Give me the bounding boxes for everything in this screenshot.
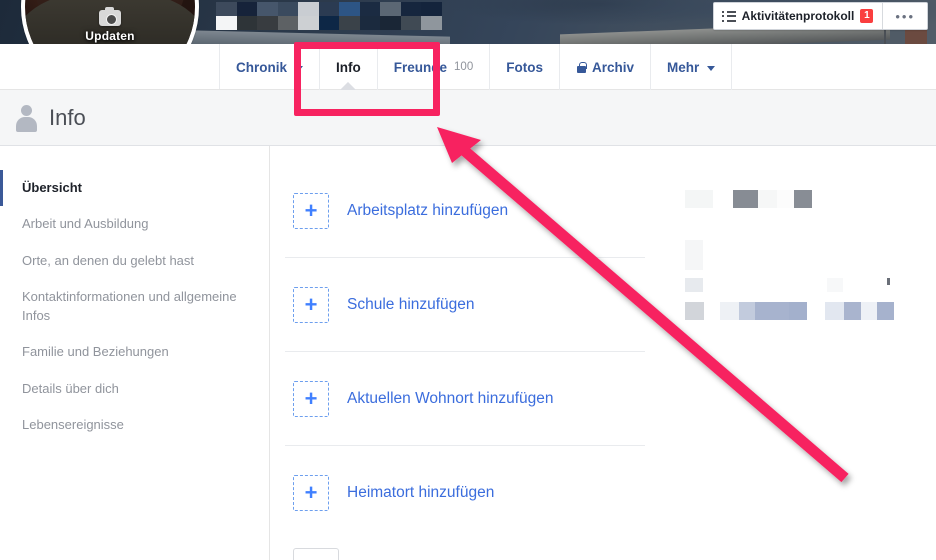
list-icon <box>722 10 736 22</box>
sidebar-item-2[interactable]: Orte, an denen du gelebt hast <box>0 243 269 279</box>
add-info-row: + Arbeitsplatz hinzufügen <box>285 164 645 258</box>
plus-icon[interactable]: + <box>293 380 329 417</box>
sidebar-item-label: Details über dich <box>22 380 119 396</box>
plus-icon[interactable]: + <box>293 475 329 511</box>
tab-label: Info <box>336 59 361 75</box>
info-body: Übersicht Arbeit und Ausbildung Orte, an d… <box>0 146 936 560</box>
tab-info[interactable]: Info <box>320 44 378 91</box>
person-icon <box>13 104 39 132</box>
lock-icon <box>576 61 587 73</box>
censored-content-line <box>685 278 916 292</box>
censored-content-line <box>685 240 916 270</box>
tab-mehr[interactable]: Mehr <box>651 44 733 90</box>
tab-count: 100 <box>454 61 474 73</box>
tab-freunde[interactable]: Freunde 100 <box>378 44 491 90</box>
info-section-header: Info <box>0 90 936 146</box>
plus-icon[interactable]: + <box>293 286 329 323</box>
tab-archiv[interactable]: Archiv <box>560 44 651 90</box>
sidebar-item-1[interactable]: Arbeit und Ausbildung <box>0 206 269 242</box>
censored-content-line <box>685 302 916 320</box>
nav-spacer <box>0 44 220 89</box>
censored-content-line <box>685 190 916 208</box>
page-title: Info <box>49 104 86 130</box>
info-right-column <box>675 146 936 560</box>
add-info-row: + Schule hinzufügen <box>285 258 645 352</box>
tab-fotos[interactable]: Fotos <box>490 44 560 90</box>
add-info-link[interactable]: Aktuellen Wohnort hinzufügen <box>347 390 554 408</box>
sidebar-item-label: Lebensereignisse <box>22 417 124 433</box>
add-info-link[interactable]: Arbeitsplatz hinzufügen <box>347 202 508 220</box>
tab-label: Mehr <box>667 59 700 75</box>
nav-filler <box>732 44 936 89</box>
add-info-link[interactable]: Heimatort hinzufügen <box>347 484 494 502</box>
tab-chronik[interactable]: Chronik <box>220 44 321 90</box>
sidebar-item-label: Arbeit und Ausbildung <box>22 216 149 232</box>
profile-action-bar: Aktivitätenprotokoll 1 ••• <box>712 2 928 30</box>
tab-label: Fotos <box>506 59 543 75</box>
tab-label: Freunde <box>393 59 448 75</box>
sidebar-item-label: Orte, an denen du gelebt hast <box>22 252 195 268</box>
add-info-row: + Aktuellen Wohnort hinzufügen <box>285 352 645 446</box>
plus-icon[interactable]: + <box>293 192 329 229</box>
sidebar-item-0[interactable]: Übersicht <box>0 170 269 207</box>
sidebar-item-label: Kontaktinformationen und allgemeine Info… <box>22 289 237 323</box>
sidebar-item-4[interactable]: Familie und Beziehungen <box>0 334 269 370</box>
info-main-content: + Arbeitsplatz hinzufügen + Schule hinzufüg… <box>270 146 675 560</box>
tab-label: Archiv <box>591 59 634 75</box>
sidebar-item-5[interactable]: Details über dich <box>0 371 269 407</box>
profile-nav-tabs: Chronik Info Freunde 100 Fotos Archiv Mehr <box>0 44 936 91</box>
sidebar-item-3[interactable]: Kontaktinformationen und allgemeine Info… <box>0 279 269 334</box>
add-info-row: + Heimatort hinzufügen <box>285 446 645 540</box>
activity-log-badge: 1 <box>860 9 874 23</box>
sidebar-item-label: Übersicht <box>22 180 82 195</box>
tab-label: Chronik <box>236 59 288 75</box>
chevron-down-icon <box>295 65 304 71</box>
activity-log-button[interactable]: Aktivitätenprotokoll 1 <box>713 3 883 29</box>
sidebar-item-6[interactable]: Lebensereignisse <box>0 407 269 443</box>
partial-element-bottom <box>293 548 339 560</box>
censored-profile-name <box>216 2 442 30</box>
info-sidebar: Übersicht Arbeit und Ausbildung Orte, an d… <box>0 146 270 560</box>
add-info-link[interactable]: Schule hinzufügen <box>347 296 475 314</box>
chevron-down-icon <box>707 65 716 71</box>
screenshot-root: Updaten Aktivitätenprotokoll 1 ••• Chron… <box>0 0 936 560</box>
sidebar-item-label: Familie und Beziehungen <box>22 344 169 360</box>
activity-log-label: Aktivitätenprotokoll <box>741 9 855 23</box>
more-options-button[interactable]: ••• <box>883 3 927 29</box>
